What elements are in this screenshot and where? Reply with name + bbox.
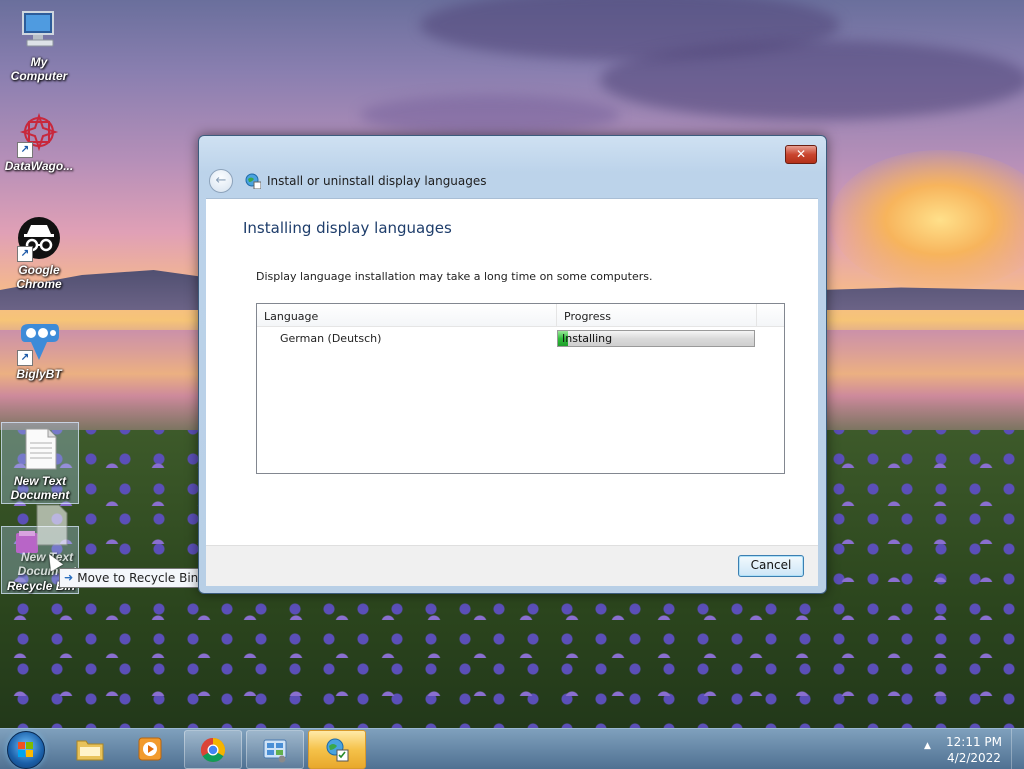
desktop-icon-my-computer[interactable]: My Computer <box>1 8 77 83</box>
language-globe-icon <box>245 173 262 190</box>
incognito-icon: ↗ <box>17 216 61 262</box>
shortcut-arrow-icon: ↗ <box>17 142 33 158</box>
desktop-icon-label: New Text Document <box>10 474 70 502</box>
chrome-icon <box>200 737 226 763</box>
cloud <box>360 95 620 135</box>
back-button[interactable]: ← <box>209 169 233 193</box>
desktop-icon-label: Google Chrome <box>16 263 62 291</box>
install-note: Display language installation may take a… <box>256 270 653 283</box>
computer-icon <box>17 8 61 52</box>
desktop-icon-label: DataWago... <box>4 159 74 173</box>
show-desktop-button[interactable] <box>1011 729 1024 769</box>
taskbar-language-installer[interactable] <box>308 730 366 769</box>
drag-tooltip: ➜ Move to Recycle Bin <box>59 568 205 588</box>
dialog-content: Installing display languages Display lan… <box>206 198 818 545</box>
taskbar-file-explorer[interactable] <box>61 730 117 767</box>
list-header: Language Progress <box>257 304 784 327</box>
back-arrow-icon: ← <box>215 173 227 188</box>
windows-logo-icon <box>18 742 34 758</box>
sun-glow <box>830 150 1024 290</box>
datawagon-icon: ↗ <box>17 112 61 158</box>
progress-bar: Installing <box>557 329 755 347</box>
progress-status: Installing <box>562 331 613 345</box>
clock-time: 12:11 PM <box>946 735 1002 749</box>
column-header-filler <box>757 304 784 326</box>
taskbar: ▲ 12:11 PM 4/2/2022 <box>0 728 1024 769</box>
dialog-navbar: ← Install or uninstall display languages <box>209 169 487 193</box>
column-header-progress[interactable]: Progress <box>557 304 757 326</box>
biglybt-icon: ↗ <box>17 320 61 366</box>
column-header-language[interactable]: Language <box>257 304 557 326</box>
show-hidden-icons-icon[interactable]: ▲ <box>924 741 931 751</box>
list-item[interactable]: German (Deutsch) Installing <box>257 327 784 349</box>
clock-date: 4/2/2022 <box>947 751 1001 765</box>
cloud <box>600 40 1024 120</box>
shortcut-arrow-icon: ↗ <box>17 246 33 262</box>
text-document-icon <box>18 427 62 471</box>
taskbar-chrome[interactable] <box>184 730 242 769</box>
desktop-icon-new-text-document[interactable]: New Text Document <box>1 422 79 504</box>
tooltip-text: Move to Recycle Bin <box>77 571 199 585</box>
install-languages-dialog: ✕ ← Install or uninstall display languag… <box>198 135 827 594</box>
media-player-icon <box>137 736 163 762</box>
page-heading: Installing display languages <box>243 219 452 237</box>
drag-ghost-document-icon <box>35 503 69 547</box>
start-button[interactable] <box>7 731 45 769</box>
language-installer-icon <box>324 737 350 763</box>
dialog-footer: Cancel <box>206 545 818 586</box>
language-name: German (Deutsch) <box>280 331 382 345</box>
desktop-icon-google-chrome[interactable]: ↗ Google Chrome <box>1 216 77 291</box>
taskbar-control-panel[interactable] <box>246 730 304 769</box>
dialog-title: Install or uninstall display languages <box>267 174 487 188</box>
desktop-icon-label: BiglyBT <box>16 367 62 381</box>
folder-icon <box>76 736 104 762</box>
move-arrow-icon: ➜ <box>64 571 74 584</box>
desktop-icon-label: My Computer <box>10 55 68 83</box>
system-clock[interactable]: 12:11 PM 4/2/2022 <box>944 734 1004 766</box>
shortcut-arrow-icon: ↗ <box>17 350 33 366</box>
desktop-icon-datawagon[interactable]: ↗ DataWago... <box>1 112 77 173</box>
language-list: Language Progress German (Deutsch) Insta… <box>256 303 785 474</box>
taskbar-media-player[interactable] <box>122 730 178 767</box>
control-panel-icon <box>262 737 288 763</box>
close-button[interactable]: ✕ <box>785 145 817 164</box>
cancel-button[interactable]: Cancel <box>738 555 804 577</box>
desktop-icon-biglybt[interactable]: ↗ BiglyBT <box>1 320 77 381</box>
